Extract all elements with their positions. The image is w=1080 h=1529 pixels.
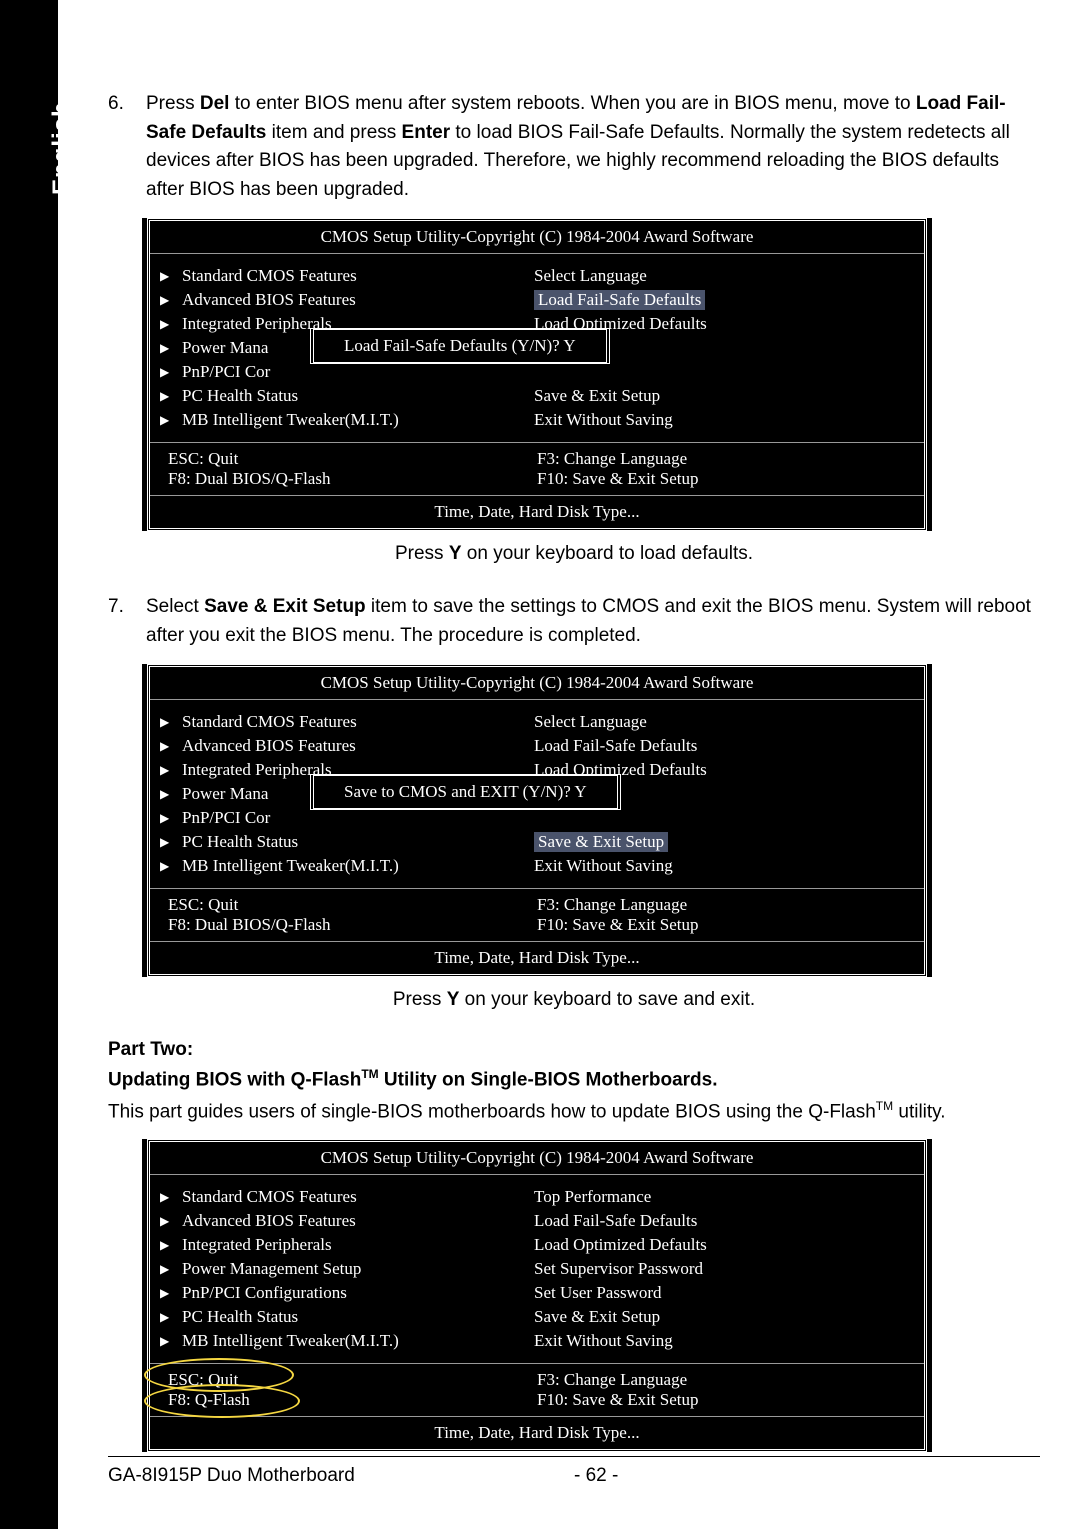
bios-footer-keys: ESC: QuitF3: Change Language F8: Dual BI… (150, 442, 924, 495)
part-two-sub: Updating BIOS with Q-FlashTM Utility on … (108, 1067, 1040, 1091)
bios-screenshot-3: CMOS Setup Utility-Copyright (C) 1984-20… (142, 1139, 932, 1452)
triangle-icon: ▶ (160, 739, 182, 754)
footer-page-number: - 62 - (574, 1465, 618, 1487)
step-6-number: 6. (108, 90, 146, 204)
triangle-icon: ▶ (160, 811, 182, 826)
part-two-heading: Part Two: (108, 1039, 1040, 1061)
triangle-icon: ▶ (160, 1190, 182, 1205)
selected-item: Load Fail-Safe Defaults (534, 290, 705, 310)
page-content: 6. Press Del to enter BIOS menu after sy… (58, 0, 1080, 1529)
triangle-icon: ▶ (160, 365, 182, 380)
bios-screenshot-1: CMOS Setup Utility-Copyright (C) 1984-20… (142, 218, 932, 531)
footer-rule (108, 1456, 1040, 1457)
step-6: 6. Press Del to enter BIOS menu after sy… (108, 90, 1040, 204)
triangle-icon: ▶ (160, 859, 182, 874)
triangle-icon: ▶ (160, 389, 182, 404)
triangle-icon: ▶ (160, 317, 182, 332)
step-7: 7. Select Save & Exit Setup item to save… (108, 593, 1040, 650)
triangle-icon: ▶ (160, 293, 182, 308)
triangle-icon: ▶ (160, 763, 182, 778)
selected-item: Save & Exit Setup (534, 832, 668, 852)
triangle-icon: ▶ (160, 341, 182, 356)
triangle-icon: ▶ (160, 1238, 182, 1253)
triangle-icon: ▶ (160, 835, 182, 850)
step-6-body: Press Del to enter BIOS menu after syste… (146, 90, 1040, 204)
triangle-icon: ▶ (160, 1286, 182, 1301)
triangle-icon: ▶ (160, 1214, 182, 1229)
triangle-icon: ▶ (160, 269, 182, 284)
bios-dialog-save-exit: Save to CMOS and EXIT (Y/N)? Y (310, 774, 621, 810)
footer-model: GA-8I915P Duo Motherboard (108, 1465, 574, 1487)
triangle-icon: ▶ (160, 715, 182, 730)
page-footer: GA-8I915P Duo Motherboard - 62 - (108, 1465, 1040, 1487)
bios-help-line: Time, Date, Hard Disk Type... (150, 495, 924, 528)
bios-dialog-load-defaults: Load Fail-Safe Defaults (Y/N)? Y (310, 328, 610, 364)
caption-2: Press Y on your keyboard to save and exi… (108, 989, 1040, 1011)
triangle-icon: ▶ (160, 1334, 182, 1349)
step-7-body: Select Save & Exit Setup item to save th… (146, 593, 1040, 650)
triangle-icon: ▶ (160, 413, 182, 428)
triangle-icon: ▶ (160, 787, 182, 802)
triangle-icon: ▶ (160, 1262, 182, 1277)
part-two-body: This part guides users of single-BIOS mo… (108, 1097, 1040, 1127)
triangle-icon: ▶ (160, 1310, 182, 1325)
caption-1: Press Y on your keyboard to load default… (108, 543, 1040, 565)
bios-title: CMOS Setup Utility-Copyright (C) 1984-20… (150, 221, 924, 254)
side-black-strip: English (0, 0, 58, 1529)
step-7-number: 7. (108, 593, 146, 650)
bios-screenshot-2: CMOS Setup Utility-Copyright (C) 1984-20… (142, 664, 932, 977)
